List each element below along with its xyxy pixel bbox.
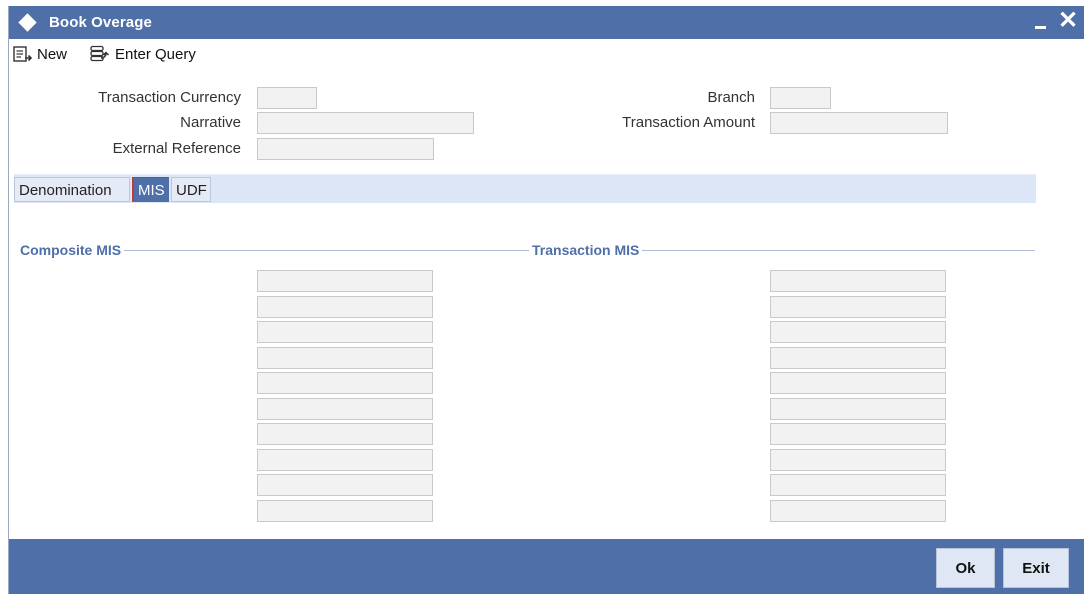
composite-mis-field-1[interactable] [257,270,433,292]
transaction-mis-field-2[interactable] [770,295,946,318]
transaction-mis-field-5[interactable] [770,372,946,394]
exit-button[interactable]: Exit [1003,548,1069,588]
transaction-mis-field-3[interactable] [770,321,946,343]
tab-udf[interactable]: UDF [171,177,211,202]
transaction-currency-label: Transaction Currency [98,89,241,106]
transaction-amount-label: Transaction Amount [622,114,755,131]
composite-mis-field-10[interactable] [257,499,433,522]
external-reference-label: External Reference [112,140,241,157]
transaction-currency-field[interactable] [257,87,317,109]
composite-mis-title: Composite MIS [17,242,125,258]
branch-field[interactable] [770,87,831,109]
minimize-icon[interactable] [1033,15,1049,31]
tab-denomination[interactable]: Denomination [14,177,130,202]
composite-mis-field-9[interactable] [257,474,433,496]
toolbar: New Enter Query [9,40,1084,68]
enter-query-button-label: Enter Query [115,45,196,63]
transaction-amount-field[interactable] [770,112,948,134]
new-document-icon [13,46,33,62]
composite-mis-field-3[interactable] [257,321,433,343]
transaction-mis-title: Transaction MIS [529,242,643,258]
diamond-icon [18,13,37,32]
enter-query-button[interactable]: Enter Query [89,43,196,65]
transaction-mis-field-6[interactable] [770,397,946,420]
ok-button[interactable]: Ok [936,548,995,588]
composite-mis-field-8[interactable] [257,448,433,471]
composite-mis-field-7[interactable] [257,423,433,445]
transaction-mis-field-8[interactable] [770,448,946,471]
tab-mis[interactable]: MIS [132,177,169,202]
window-title: Book Overage [49,14,152,31]
footer-bar: Ok Exit [9,539,1084,594]
branch-label: Branch [707,89,755,106]
composite-mis-field-6[interactable] [257,397,433,420]
header-form: Transaction Currency Narrative External … [9,68,1084,178]
transaction-mis-field-4[interactable] [770,346,946,369]
new-button[interactable]: New [13,43,67,65]
enter-query-icon [90,45,110,62]
external-reference-field[interactable] [257,138,434,160]
title-bar: Book Overage ✕ [9,6,1084,39]
transaction-mis-field-10[interactable] [770,499,946,522]
tab-bar: Denomination MIS UDF [14,174,1036,203]
transaction-mis-field-9[interactable] [770,474,946,496]
narrative-field[interactable] [257,112,474,134]
new-button-label: New [37,45,68,63]
composite-mis-field-4[interactable] [257,346,433,369]
composite-mis-field-5[interactable] [257,372,433,394]
section-divider [17,250,1035,251]
close-icon[interactable]: ✕ [1058,8,1078,34]
narrative-label: Narrative [180,114,241,131]
transaction-mis-field-1[interactable] [770,270,946,292]
transaction-mis-field-7[interactable] [770,423,946,445]
book-overage-window: Book Overage ✕ New Enter Query Transacti… [8,6,1084,594]
composite-mis-field-2[interactable] [257,295,433,318]
